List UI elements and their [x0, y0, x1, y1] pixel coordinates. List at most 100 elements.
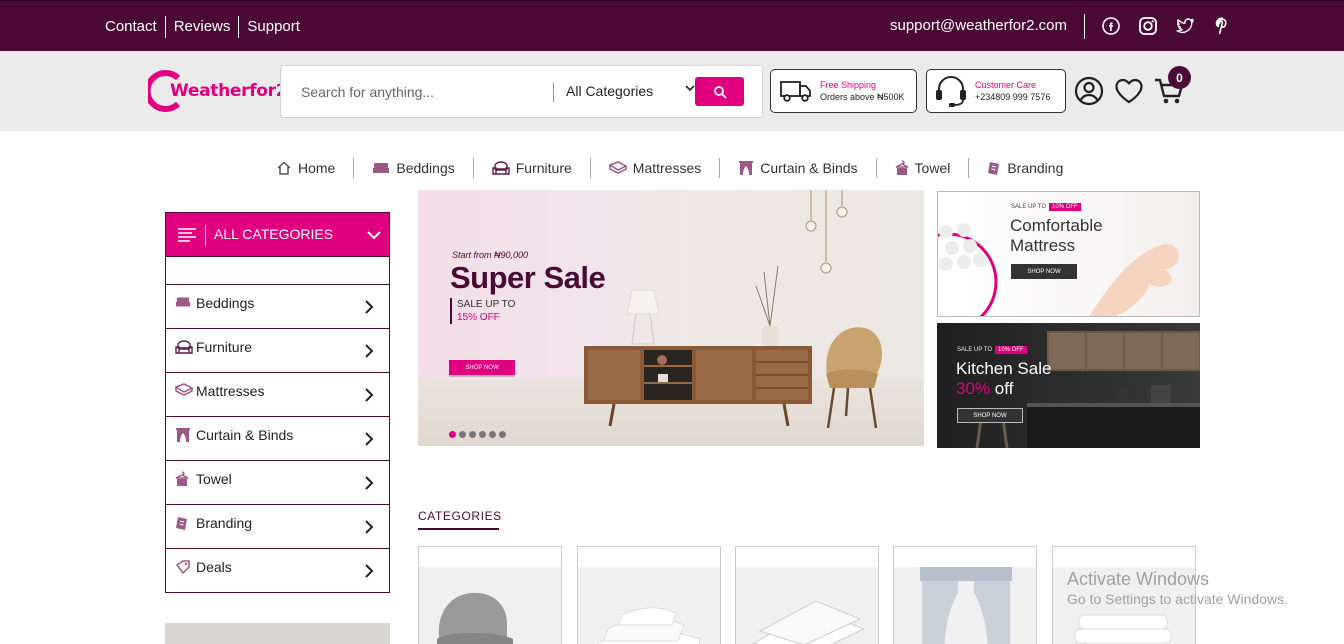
- curtains-image: [894, 567, 1036, 644]
- chevron-down-icon[interactable]: [685, 83, 695, 96]
- twitter-icon[interactable]: [1174, 15, 1196, 37]
- carousel-dot[interactable]: [469, 431, 476, 438]
- sidebar-item-label: Branding: [196, 515, 253, 531]
- sidebar-spacer: [165, 257, 390, 285]
- site-logo[interactable]: Weatherfor2: [148, 69, 288, 113]
- nav-label: Home: [298, 160, 336, 176]
- carousel-dot[interactable]: [479, 431, 486, 438]
- social-links: [1100, 15, 1233, 37]
- nav-label: Branding: [1007, 160, 1064, 176]
- nav-towel[interactable]: Towel: [875, 158, 969, 178]
- promo2-shop-now-button[interactable]: SHOP NOW: [957, 408, 1023, 423]
- wishlist-heart-icon[interactable]: [1113, 75, 1145, 107]
- search-bar: All Categories: [280, 65, 763, 118]
- carousel-dot[interactable]: [459, 431, 466, 438]
- chevron-right-icon: [365, 344, 374, 358]
- nav-home[interactable]: Home: [268, 158, 353, 178]
- sidebar-item-furniture[interactable]: Furniture: [165, 329, 390, 373]
- promo2-percent: 30%: [956, 379, 991, 398]
- banner-sale-line2: 15% OFF: [457, 312, 500, 323]
- nav-label: Curtain & Binds: [760, 160, 858, 176]
- home-icon: [277, 161, 291, 175]
- support-link[interactable]: Support: [238, 16, 308, 38]
- promo-kitchen[interactable]: SALE UP TO 10% OFF Kitchen Sale 30% off …: [937, 323, 1200, 448]
- sidebar-item-branding[interactable]: Branding: [165, 505, 390, 549]
- sidebar-item-deals[interactable]: Deals: [165, 549, 390, 593]
- promo-mattress[interactable]: SALE UP TO 10% OFF Comfortable Mattress …: [937, 191, 1200, 317]
- account-icon[interactable]: [1073, 75, 1105, 107]
- carousel-dot[interactable]: [489, 431, 496, 438]
- sofa-icon: [492, 161, 510, 175]
- chevron-down-icon: [367, 231, 381, 240]
- facebook-icon[interactable]: [1100, 15, 1122, 37]
- nav-label: Beddings: [396, 160, 455, 176]
- carousel-dot[interactable]: [449, 431, 456, 438]
- instagram-icon[interactable]: [1137, 15, 1159, 37]
- care-title: Customer Care: [975, 79, 1037, 90]
- sidebar-item-beddings[interactable]: Beddings: [165, 285, 390, 329]
- search-icon: [713, 85, 726, 98]
- sidebar-item-towel[interactable]: Towel: [165, 461, 390, 505]
- reviews-link[interactable]: Reviews: [164, 16, 239, 38]
- promo1-tag-text: SALE UP TO: [1011, 204, 1047, 210]
- promo2-tag-badge: 10% OFF: [995, 346, 1027, 354]
- free-shipping-box: Free Shipping Orders above ₦500K: [770, 69, 917, 113]
- sidebar-promo-image: [165, 623, 390, 644]
- contact-link[interactable]: Contact: [97, 16, 165, 38]
- promo1-title-line1: Comfortable: [1010, 216, 1103, 235]
- promo1-tag: SALE UP TO 10% OFF: [1011, 203, 1081, 211]
- branding-icon: [988, 162, 1000, 175]
- carousel-dot[interactable]: [499, 431, 506, 438]
- towel-icon: [175, 471, 189, 486]
- sidebar-item-curtain[interactable]: Curtain & Binds: [165, 417, 390, 461]
- search-input[interactable]: [301, 80, 541, 104]
- nav-mattresses[interactable]: Mattresses: [589, 158, 719, 178]
- promo2-tag: SALE UP TO 10% OFF: [957, 346, 1027, 354]
- category-card-mattress[interactable]: [735, 546, 879, 644]
- curtain-icon: [739, 161, 754, 175]
- nav-label: Towel: [914, 160, 951, 176]
- banner-sale-line1: SALE UP TO: [457, 299, 516, 310]
- bed-icon: [373, 163, 390, 173]
- category-select[interactable]: All Categories: [566, 83, 653, 99]
- all-categories-label: ALL CATEGORIES: [214, 226, 334, 242]
- bed-icon: [175, 297, 191, 307]
- mattress-image: [736, 567, 878, 644]
- chevron-right-icon: [365, 476, 374, 490]
- promo1-title: Comfortable Mattress: [1010, 216, 1103, 256]
- curtain-icon: [176, 428, 190, 442]
- promo2-tag-text: SALE UP TO: [957, 347, 993, 353]
- category-card-pillows[interactable]: [577, 546, 721, 644]
- banner-shop-now-button[interactable]: SHOP NOW: [449, 360, 515, 375]
- nav-furniture[interactable]: Furniture: [472, 158, 590, 178]
- pillows-image: [578, 567, 720, 644]
- chevron-right-icon: [365, 564, 374, 578]
- pinterest-icon[interactable]: [1211, 15, 1233, 37]
- chevron-right-icon: [365, 388, 374, 402]
- customer-care-box: Customer Care +234809 999 7576: [926, 69, 1066, 113]
- sidebar-item-label: Curtain & Binds: [196, 427, 294, 443]
- divider: [1084, 14, 1085, 39]
- search-button[interactable]: [695, 77, 744, 106]
- search-divider: [553, 83, 554, 102]
- category-card-armchair[interactable]: [418, 546, 562, 644]
- sidebar-item-label: Towel: [196, 471, 232, 487]
- banner-start-price: Start from ₦90,000: [452, 250, 529, 260]
- categories-heading: CATEGORIES: [418, 509, 502, 523]
- promo1-shop-now-button[interactable]: SHOP NOW: [1011, 264, 1077, 279]
- cart-count-badge: 0: [1168, 66, 1191, 89]
- armchair-image: [419, 567, 561, 644]
- nav-beddings[interactable]: Beddings: [353, 158, 472, 178]
- hero-banner[interactable]: Start from ₦90,000 Super Sale SALE UP TO…: [418, 190, 924, 446]
- shipping-subtitle: Orders above ₦500K: [820, 91, 905, 102]
- support-email[interactable]: support@weatherfor2.com: [890, 17, 1067, 34]
- sidebar-item-mattresses[interactable]: Mattresses: [165, 373, 390, 417]
- nav-branding[interactable]: Branding: [968, 158, 1081, 178]
- sidebar-item-label: Furniture: [196, 339, 253, 355]
- nav-label: Furniture: [515, 160, 572, 176]
- chevron-right-icon: [365, 300, 374, 314]
- shipping-title: Free Shipping: [820, 79, 877, 90]
- all-categories-header[interactable]: ALL CATEGORIES: [165, 212, 390, 257]
- category-card-curtains[interactable]: [893, 546, 1037, 644]
- nav-curtain[interactable]: Curtain & Binds: [719, 158, 875, 178]
